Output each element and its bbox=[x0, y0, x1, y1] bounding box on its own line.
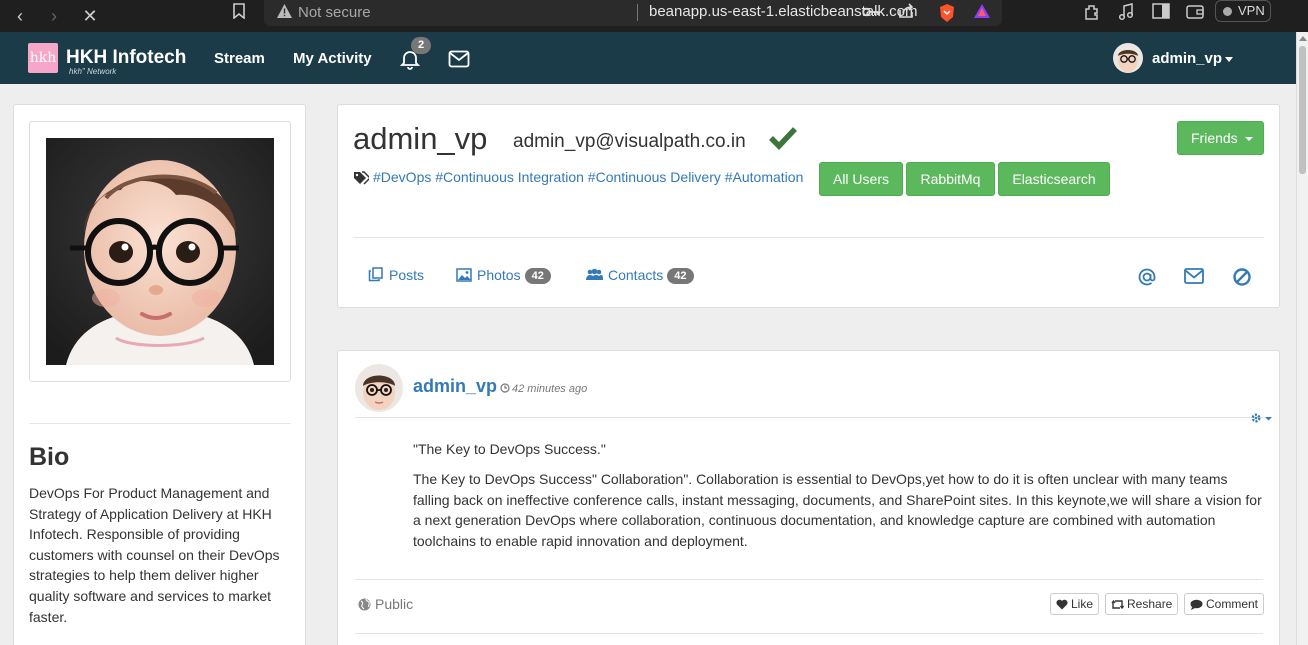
post-time-text: 42 minutes ago bbox=[512, 383, 588, 395]
friends-label: Friends bbox=[1191, 130, 1238, 146]
extensions-icon[interactable] bbox=[1081, 3, 1103, 25]
post-timestamp: 42 minutes ago bbox=[500, 383, 587, 395]
profile-header-card: admin_vp admin_vp@visualpath.co.in #DevO… bbox=[337, 104, 1280, 308]
tab-posts-label: Posts bbox=[389, 267, 425, 283]
scrollbar-thumb[interactable] bbox=[1299, 46, 1306, 174]
bookmark-icon[interactable] bbox=[228, 3, 250, 25]
url-separator bbox=[637, 4, 638, 21]
app-navbar: hkh HKH Infotech hkh" Network Stream My … bbox=[0, 32, 1296, 84]
like-button[interactable]: Like bbox=[1050, 593, 1100, 615]
music-icon[interactable] bbox=[1115, 3, 1137, 25]
like-label: Like bbox=[1071, 597, 1094, 611]
nav-my-activity-link[interactable]: My Activity bbox=[293, 50, 372, 67]
tab-contacts-label: Contacts bbox=[608, 267, 664, 283]
reshare-label: Reshare bbox=[1127, 597, 1173, 611]
friends-dropdown-button[interactable]: Friends bbox=[1177, 121, 1264, 155]
tab-photos-label: Photos bbox=[477, 267, 521, 283]
elasticsearch-button[interactable]: Elasticsearch bbox=[998, 162, 1110, 196]
users-icon bbox=[586, 268, 603, 280]
post-bottom-divider bbox=[355, 633, 1263, 634]
post-footer-divider bbox=[355, 579, 1263, 580]
profile-email: admin_vp@visualpath.co.in bbox=[513, 131, 746, 152]
mention-icon[interactable] bbox=[1137, 267, 1157, 287]
brave-rewards-icon[interactable] bbox=[971, 3, 993, 25]
caret-down-icon[interactable] bbox=[1225, 57, 1233, 62]
brave-shield-icon[interactable] bbox=[936, 3, 958, 25]
back-icon[interactable]: ‹ bbox=[8, 4, 32, 28]
profile-tags[interactable]: #DevOps #Continuous Integration #Continu… bbox=[373, 169, 803, 185]
gear-icon[interactable] bbox=[1250, 411, 1274, 425]
rabbitmq-button[interactable]: RabbitMq bbox=[906, 162, 995, 196]
close-icon[interactable]: ✕ bbox=[78, 4, 102, 28]
clock-icon bbox=[500, 383, 510, 393]
scroll-up-icon[interactable] bbox=[1299, 36, 1307, 41]
profile-card-divider bbox=[353, 237, 1264, 238]
user-menu-name[interactable]: admin_vp bbox=[1152, 50, 1222, 67]
bio-heading: Bio bbox=[29, 443, 70, 471]
sidebar-divider bbox=[29, 423, 291, 424]
tab-posts[interactable]: Posts bbox=[368, 267, 424, 283]
address-bar[interactable]: Not secure beanapp.us-east-1.elasticbean… bbox=[264, 0, 1002, 26]
wallet-icon[interactable] bbox=[1184, 3, 1206, 25]
globe-icon bbox=[358, 598, 371, 611]
browser-toolbar: ‹ › ✕ Not secure beanapp.us-east-1.elast… bbox=[0, 0, 1308, 32]
photos-count-badge: 42 bbox=[524, 268, 551, 284]
sidebar-icon[interactable] bbox=[1150, 3, 1172, 25]
profile-photo-frame bbox=[29, 121, 291, 382]
copy-icon bbox=[368, 267, 383, 282]
reshare-button[interactable]: Reshare bbox=[1105, 593, 1179, 615]
comment-label: Comment bbox=[1206, 597, 1259, 611]
avatar[interactable] bbox=[355, 364, 403, 412]
comment-button[interactable]: Comment bbox=[1184, 593, 1265, 615]
verified-check-icon bbox=[768, 126, 798, 150]
post-card: admin_vp 42 minutes ago "The Key to DevO… bbox=[337, 350, 1280, 645]
post-header-divider bbox=[355, 417, 1263, 418]
security-label: Not secure bbox=[298, 4, 371, 21]
bio-text: DevOps For Product Management and Strate… bbox=[29, 485, 280, 625]
avatar[interactable] bbox=[1113, 43, 1143, 73]
caret-down-icon bbox=[1245, 137, 1253, 141]
image-icon bbox=[456, 268, 472, 282]
all-users-button[interactable]: All Users bbox=[819, 162, 903, 196]
key-icon[interactable] bbox=[860, 3, 882, 25]
block-icon[interactable] bbox=[1232, 267, 1252, 287]
contacts-count-badge: 42 bbox=[667, 268, 694, 284]
heart-icon bbox=[1056, 599, 1068, 610]
tab-contacts[interactable]: Contacts 42 bbox=[586, 267, 694, 284]
post-visibility: Public bbox=[358, 596, 413, 612]
post-title: "The Key to DevOps Success." bbox=[413, 441, 606, 457]
vpn-button[interactable]: VPN bbox=[1215, 0, 1271, 22]
profile-sidebar: Bio DevOps For Product Management and St… bbox=[13, 104, 306, 645]
notification-count-badge: 2 bbox=[411, 37, 431, 54]
profile-photo[interactable] bbox=[46, 138, 274, 365]
page-scrollbar[interactable] bbox=[1296, 32, 1308, 645]
forward-icon[interactable]: › bbox=[42, 4, 66, 28]
nav-stream-link[interactable]: Stream bbox=[214, 50, 265, 67]
retweet-icon bbox=[1111, 599, 1125, 610]
brand-tagline: hkh" Network bbox=[69, 67, 117, 76]
brand-logo[interactable]: hkh bbox=[28, 43, 58, 73]
tags-icon bbox=[353, 171, 372, 185]
post-author-link[interactable]: admin_vp bbox=[413, 376, 497, 397]
post-visibility-label: Public bbox=[375, 596, 414, 612]
tab-photos[interactable]: Photos 42 bbox=[456, 267, 551, 284]
share-icon[interactable] bbox=[895, 3, 917, 25]
warning-icon bbox=[276, 3, 294, 21]
post-body: The Key to DevOps Success" Collaboration… bbox=[413, 471, 1262, 549]
comment-icon bbox=[1190, 599, 1203, 610]
envelope-icon[interactable] bbox=[448, 50, 470, 68]
brand-name[interactable]: HKH Infotech bbox=[66, 47, 186, 69]
envelope-icon[interactable] bbox=[1184, 267, 1204, 287]
profile-name: admin_vp bbox=[353, 121, 488, 156]
